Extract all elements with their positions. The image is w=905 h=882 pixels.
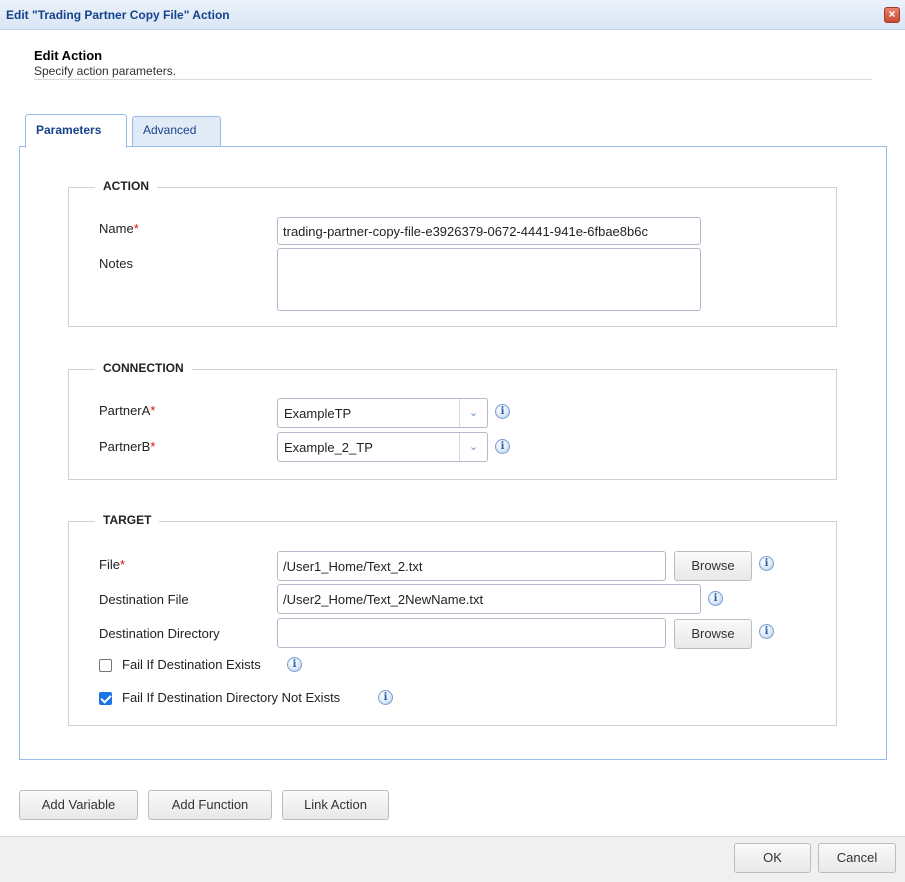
partner-b-label-text: PartnerB xyxy=(99,439,151,454)
partner-b-label: PartnerB* xyxy=(99,439,155,454)
cancel-button[interactable]: Cancel xyxy=(818,843,896,873)
file-input[interactable] xyxy=(277,551,666,581)
required-marker: * xyxy=(119,557,126,572)
target-legend: TARGET xyxy=(95,513,160,527)
info-icon[interactable]: i xyxy=(287,657,302,672)
link-action-button[interactable]: Link Action xyxy=(282,790,389,820)
add-variable-button[interactable]: Add Variable xyxy=(19,790,138,820)
partner-b-value: Example_2_TP xyxy=(284,440,373,455)
header-divider xyxy=(34,79,872,80)
header-subtitle: Specify action parameters. xyxy=(34,64,177,78)
info-icon[interactable]: i xyxy=(378,690,393,705)
directory-browse-button[interactable]: Browse xyxy=(674,619,752,649)
edit-action-dialog: Edit "Trading Partner Copy File" Action … xyxy=(0,0,905,882)
action-legend: ACTION xyxy=(95,179,157,193)
info-icon[interactable]: i xyxy=(495,439,510,454)
fail-if-destination-directory-not-exists-checkbox[interactable] xyxy=(99,692,112,705)
destination-file-label: Destination File xyxy=(99,592,189,607)
window-title: Edit "Trading Partner Copy File" Action xyxy=(6,8,230,22)
fail-if-destination-exists-checkbox[interactable] xyxy=(99,659,112,672)
notes-textarea[interactable] xyxy=(277,248,701,311)
name-label-text: Name xyxy=(99,221,134,236)
ok-button[interactable]: OK xyxy=(734,843,811,873)
info-icon[interactable]: i xyxy=(759,624,774,639)
fail-if-destination-exists-label: Fail If Destination Exists xyxy=(122,657,261,672)
title-bar: Edit "Trading Partner Copy File" Action … xyxy=(0,0,905,30)
header-title: Edit Action xyxy=(34,48,103,63)
required-marker: * xyxy=(150,403,156,418)
info-icon[interactable]: i xyxy=(708,591,723,606)
name-label: Name* xyxy=(99,221,139,236)
info-icon[interactable]: i xyxy=(759,556,774,571)
partner-a-select[interactable]: ExampleTP ⌄ xyxy=(277,398,488,428)
dialog-header: Edit Action Specify action parameters. xyxy=(34,48,872,78)
connection-legend: CONNECTION xyxy=(95,361,192,375)
fail-if-destination-directory-not-exists-label: Fail If Destination Directory Not Exists xyxy=(122,690,341,705)
notes-label: Notes xyxy=(99,256,133,271)
partner-b-select[interactable]: Example_2_TP ⌄ xyxy=(277,432,488,462)
close-icon[interactable]: × xyxy=(884,7,900,23)
destination-directory-input[interactable] xyxy=(277,618,666,648)
name-input[interactable] xyxy=(277,217,701,245)
partner-a-value: ExampleTP xyxy=(284,406,352,421)
partner-a-label-text: PartnerA xyxy=(99,403,151,418)
chevron-down-icon[interactable]: ⌄ xyxy=(459,399,487,427)
chevron-down-icon[interactable]: ⌄ xyxy=(459,433,487,461)
destination-file-input[interactable] xyxy=(277,584,701,614)
file-browse-button[interactable]: Browse xyxy=(674,551,752,581)
tab-advanced[interactable]: Advanced xyxy=(132,116,221,146)
required-marker: * xyxy=(133,221,139,236)
required-marker: * xyxy=(150,439,156,454)
file-label-text: File xyxy=(99,557,120,572)
file-label: File* xyxy=(99,557,125,572)
add-function-button[interactable]: Add Function xyxy=(148,790,272,820)
info-icon[interactable]: i xyxy=(495,404,510,419)
partner-a-label: PartnerA* xyxy=(99,403,155,418)
destination-directory-label: Destination Directory xyxy=(99,626,220,641)
tab-parameters[interactable]: Parameters xyxy=(25,114,127,148)
